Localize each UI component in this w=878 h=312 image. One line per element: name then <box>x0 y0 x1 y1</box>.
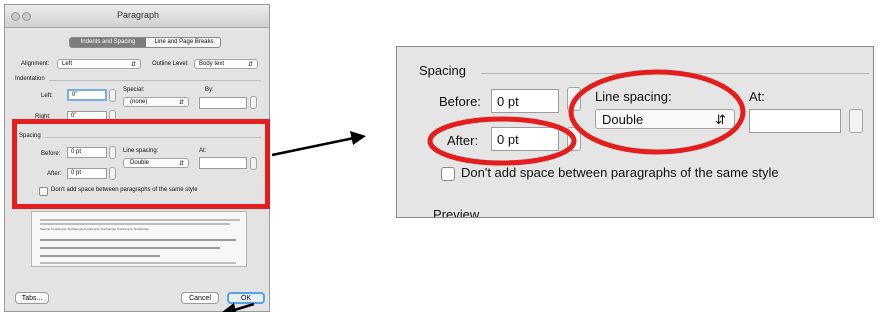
annotation-overlay <box>222 69 746 312</box>
zoom-arrow <box>271 136 355 157</box>
after-highlight-circle <box>427 116 577 166</box>
ok-arrow-head <box>222 303 236 312</box>
zoom-arrow-head <box>350 131 366 145</box>
line-spacing-highlight-circle <box>568 69 746 155</box>
